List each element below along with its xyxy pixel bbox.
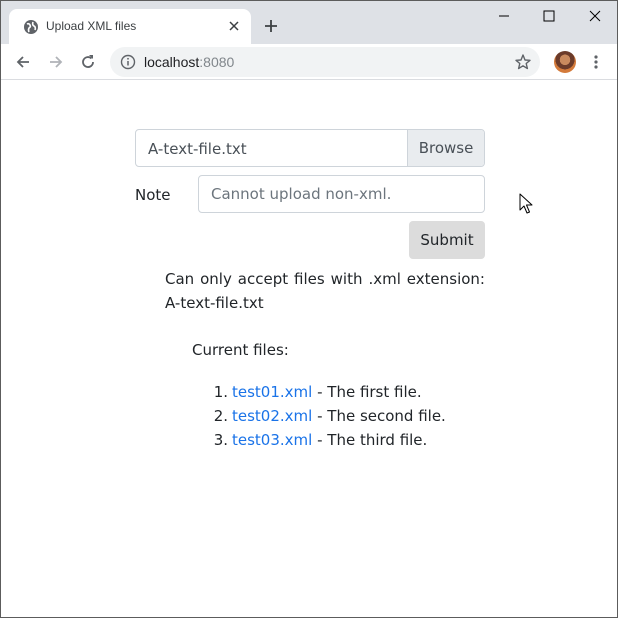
minimize-icon[interactable]	[495, 7, 513, 25]
plus-icon[interactable]	[263, 18, 279, 34]
browser-toolbar: localhost:8080	[1, 44, 617, 80]
browse-button[interactable]: Browse	[407, 130, 484, 166]
error-message: Can only accept files with .xml extensio…	[165, 270, 485, 312]
list-item-number: 2.	[213, 407, 228, 425]
browser-window: Upload XML files localhost:8080 A-text-f…	[0, 0, 618, 618]
url-text: localhost:8080	[144, 54, 234, 70]
page-content: A-text-file.txt Browse Note Submit Can o…	[1, 81, 617, 617]
file-link[interactable]: test01.xml	[232, 383, 312, 401]
mouse-cursor-icon	[519, 193, 533, 214]
list-item: 1. test01.xml - The first file.	[197, 380, 446, 404]
globe-icon	[24, 20, 38, 34]
file-description: - The second file.	[312, 407, 446, 425]
list-item-number: 1.	[213, 383, 228, 401]
star-icon[interactable]	[514, 53, 532, 71]
file-link[interactable]: test03.xml	[232, 431, 312, 449]
note-input[interactable]	[198, 175, 485, 213]
file-description: - The third file.	[312, 431, 428, 449]
browser-tab[interactable]: Upload XML files	[9, 9, 251, 44]
file-link[interactable]: test02.xml	[232, 407, 312, 425]
close-icon[interactable]	[226, 18, 242, 34]
file-description: - The first file.	[312, 383, 422, 401]
file-list: 1. test01.xml - The first file. 2. test02.…	[197, 380, 446, 452]
submit-button[interactable]: Submit	[409, 221, 485, 259]
back-arrow-icon[interactable]	[14, 53, 32, 71]
url-host: localhost	[144, 54, 200, 70]
url-port: :8080	[199, 54, 235, 70]
reload-icon[interactable]	[79, 53, 97, 71]
list-item-number: 3.	[213, 431, 228, 449]
window-close-icon[interactable]	[586, 7, 604, 25]
list-item: 2. test02.xml - The second file.	[197, 404, 446, 428]
forward-arrow-icon[interactable]	[47, 53, 65, 71]
selected-file-name: A-text-file.txt	[148, 140, 247, 158]
menu-dots-icon[interactable]	[587, 53, 605, 71]
address-bar[interactable]: localhost:8080	[110, 47, 540, 77]
tab-strip: Upload XML files	[1, 1, 617, 44]
info-icon[interactable]	[120, 54, 136, 70]
tab-title: Upload XML files	[46, 19, 137, 33]
maximize-icon[interactable]	[540, 7, 558, 25]
profile-avatar[interactable]	[554, 51, 576, 73]
note-label: Note	[135, 186, 171, 204]
list-item: 3. test03.xml - The third file.	[197, 428, 446, 452]
current-files-heading: Current files:	[192, 341, 289, 359]
file-input-group[interactable]: A-text-file.txt Browse	[135, 129, 485, 167]
